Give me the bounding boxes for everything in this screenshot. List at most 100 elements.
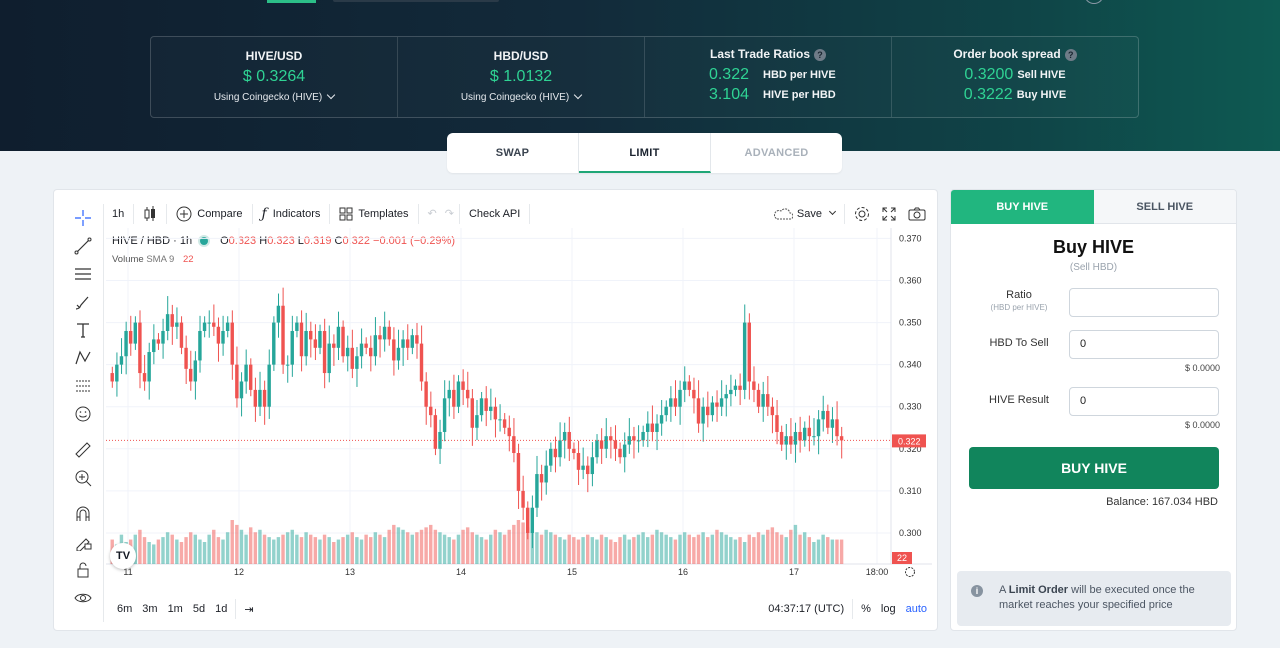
help-icon[interactable]: ? <box>1064 48 1077 61</box>
templates-button[interactable]: Templates <box>333 200 414 227</box>
trend-line-icon[interactable] <box>62 232 104 260</box>
candle-body <box>373 335 378 357</box>
range-3m[interactable]: 3m <box>137 603 162 615</box>
tab-advanced[interactable]: ADVANCED <box>711 133 842 173</box>
volume-bar <box>424 527 428 564</box>
save-button[interactable]: Save <box>767 200 841 227</box>
tab-buy-hive[interactable]: BUY HIVE <box>951 190 1094 224</box>
nav-search-pill[interactable] <box>333 0 499 2</box>
range-1m[interactable]: 1m <box>163 603 188 615</box>
volume-bar <box>618 537 622 564</box>
brush-icon[interactable] <box>62 288 104 316</box>
percent-toggle[interactable]: % <box>856 603 876 615</box>
order-side-tabs: BUY HIVE SELL HIVE <box>951 190 1236 224</box>
auto-toggle[interactable]: auto <box>901 603 932 615</box>
axis-settings-icon[interactable] <box>905 567 915 577</box>
range-6m[interactable]: 6m <box>112 603 137 615</box>
check-api-button[interactable]: Check API <box>463 200 526 227</box>
interval-button[interactable]: 1h <box>106 200 130 227</box>
candle-body <box>673 398 678 407</box>
volume-bar <box>272 539 276 564</box>
ruler-icon[interactable] <box>62 436 104 464</box>
lock-drawing-icon[interactable] <box>62 528 104 556</box>
candle-body <box>332 343 336 348</box>
volume-bar <box>396 527 401 564</box>
buy-hive-button[interactable]: BUY HIVE <box>969 447 1219 489</box>
indicators-button[interactable]: ƒ Indicators <box>256 200 327 227</box>
volume-bar <box>775 532 779 564</box>
ratio-row: 0.322 HBD per HIVE <box>645 66 891 84</box>
candle-body <box>715 402 719 407</box>
volume-bar <box>341 537 345 564</box>
volume-bar <box>632 537 636 564</box>
compare-button[interactable]: Compare <box>170 200 248 227</box>
fullscreen-icon[interactable] <box>876 200 902 227</box>
volume-bar <box>789 529 793 564</box>
text-tool-icon[interactable] <box>62 316 104 344</box>
candle-body <box>572 448 576 454</box>
price-source-dropdown[interactable]: Using Coingecko (HIVE) <box>151 90 397 103</box>
drawing-toolbar <box>62 204 104 622</box>
stat-title: HIVE/USD <box>245 49 303 63</box>
tab-sell-hive[interactable]: SELL HIVE <box>1093 190 1236 224</box>
hbd-sell-input[interactable]: 0 <box>1069 330 1219 359</box>
ratio-row: 3.104 HIVE per HBD <box>645 86 891 104</box>
lock-icon[interactable] <box>62 556 104 584</box>
order-book-spread-stat: Order book spread? 0.3200 Sell HIVE 0.322… <box>892 37 1138 117</box>
utc-clock[interactable]: 04:37:17 (UTC) <box>763 603 849 615</box>
volume-bar <box>673 539 678 564</box>
ratio-sublabel: (HBD per HIVE) <box>990 303 1048 312</box>
volume-bar <box>479 537 484 564</box>
volume-bar <box>299 537 304 564</box>
hive-result-input[interactable]: 0 <box>1069 387 1219 416</box>
candle-body <box>295 322 299 331</box>
prediction-icon[interactable] <box>62 372 104 400</box>
candle-body <box>433 415 438 449</box>
help-icon[interactable]: ? <box>814 48 827 61</box>
volume-bar <box>202 542 207 564</box>
log-toggle[interactable]: log <box>876 603 901 615</box>
crosshair-icon[interactable] <box>62 204 104 232</box>
market-stats-panel: HIVE/USD $ 0.3264 Using Coingecko (HIVE)… <box>150 36 1139 118</box>
emoji-icon[interactable] <box>62 400 104 428</box>
eye-icon[interactable] <box>62 584 104 612</box>
candle-body <box>752 381 756 390</box>
zoom-in-icon[interactable] <box>62 464 104 492</box>
chevron-down-icon <box>326 90 336 100</box>
candle-body <box>576 453 581 470</box>
volume-bar <box>502 534 507 564</box>
tab-swap[interactable]: SWAP <box>447 133 579 173</box>
range-5d[interactable]: 5d <box>188 603 210 615</box>
camera-icon[interactable] <box>902 200 932 227</box>
pattern-icon[interactable] <box>62 344 104 372</box>
magnet-icon[interactable] <box>62 500 104 528</box>
volume-bar <box>507 529 511 564</box>
candle-body <box>738 385 742 390</box>
tab-limit[interactable]: LIMIT <box>579 133 711 173</box>
ratio-input[interactable] <box>1069 288 1219 317</box>
volume-bar <box>719 532 724 564</box>
candle-body <box>248 364 253 390</box>
candle-body <box>747 322 751 382</box>
volume-bar <box>604 537 608 564</box>
candle-body <box>382 326 387 340</box>
price-source-dropdown[interactable]: Using Coingecko (HIVE) <box>398 90 644 103</box>
candle-body <box>188 368 193 382</box>
goto-date-icon[interactable]: ⇥ <box>239 603 258 616</box>
candle-body <box>701 406 705 424</box>
volume-bar <box>465 527 470 564</box>
candles-icon[interactable] <box>137 200 163 227</box>
redo-icon[interactable]: ↷ <box>443 200 456 227</box>
settings-icon[interactable] <box>848 200 876 227</box>
candle-body <box>609 436 613 441</box>
account-icon[interactable] <box>1084 0 1104 4</box>
fib-retracement-icon[interactable] <box>62 260 104 288</box>
candle-body <box>719 398 724 407</box>
range-1d[interactable]: 1d <box>210 603 232 615</box>
ratio-label: HIVE per HBD <box>763 89 836 101</box>
chart-bottom-bar: 6m 3m 1m 5d 1d ⇥ 04:37:17 (UTC) % log au… <box>106 595 932 623</box>
tradingview-logo[interactable]: TV <box>110 543 136 569</box>
volume-bar <box>276 537 281 564</box>
price-chart[interactable]: 0.3700.3600.3500.3400.3300.3200.3100.300… <box>106 228 932 594</box>
undo-icon[interactable]: ↶ <box>422 200 443 227</box>
